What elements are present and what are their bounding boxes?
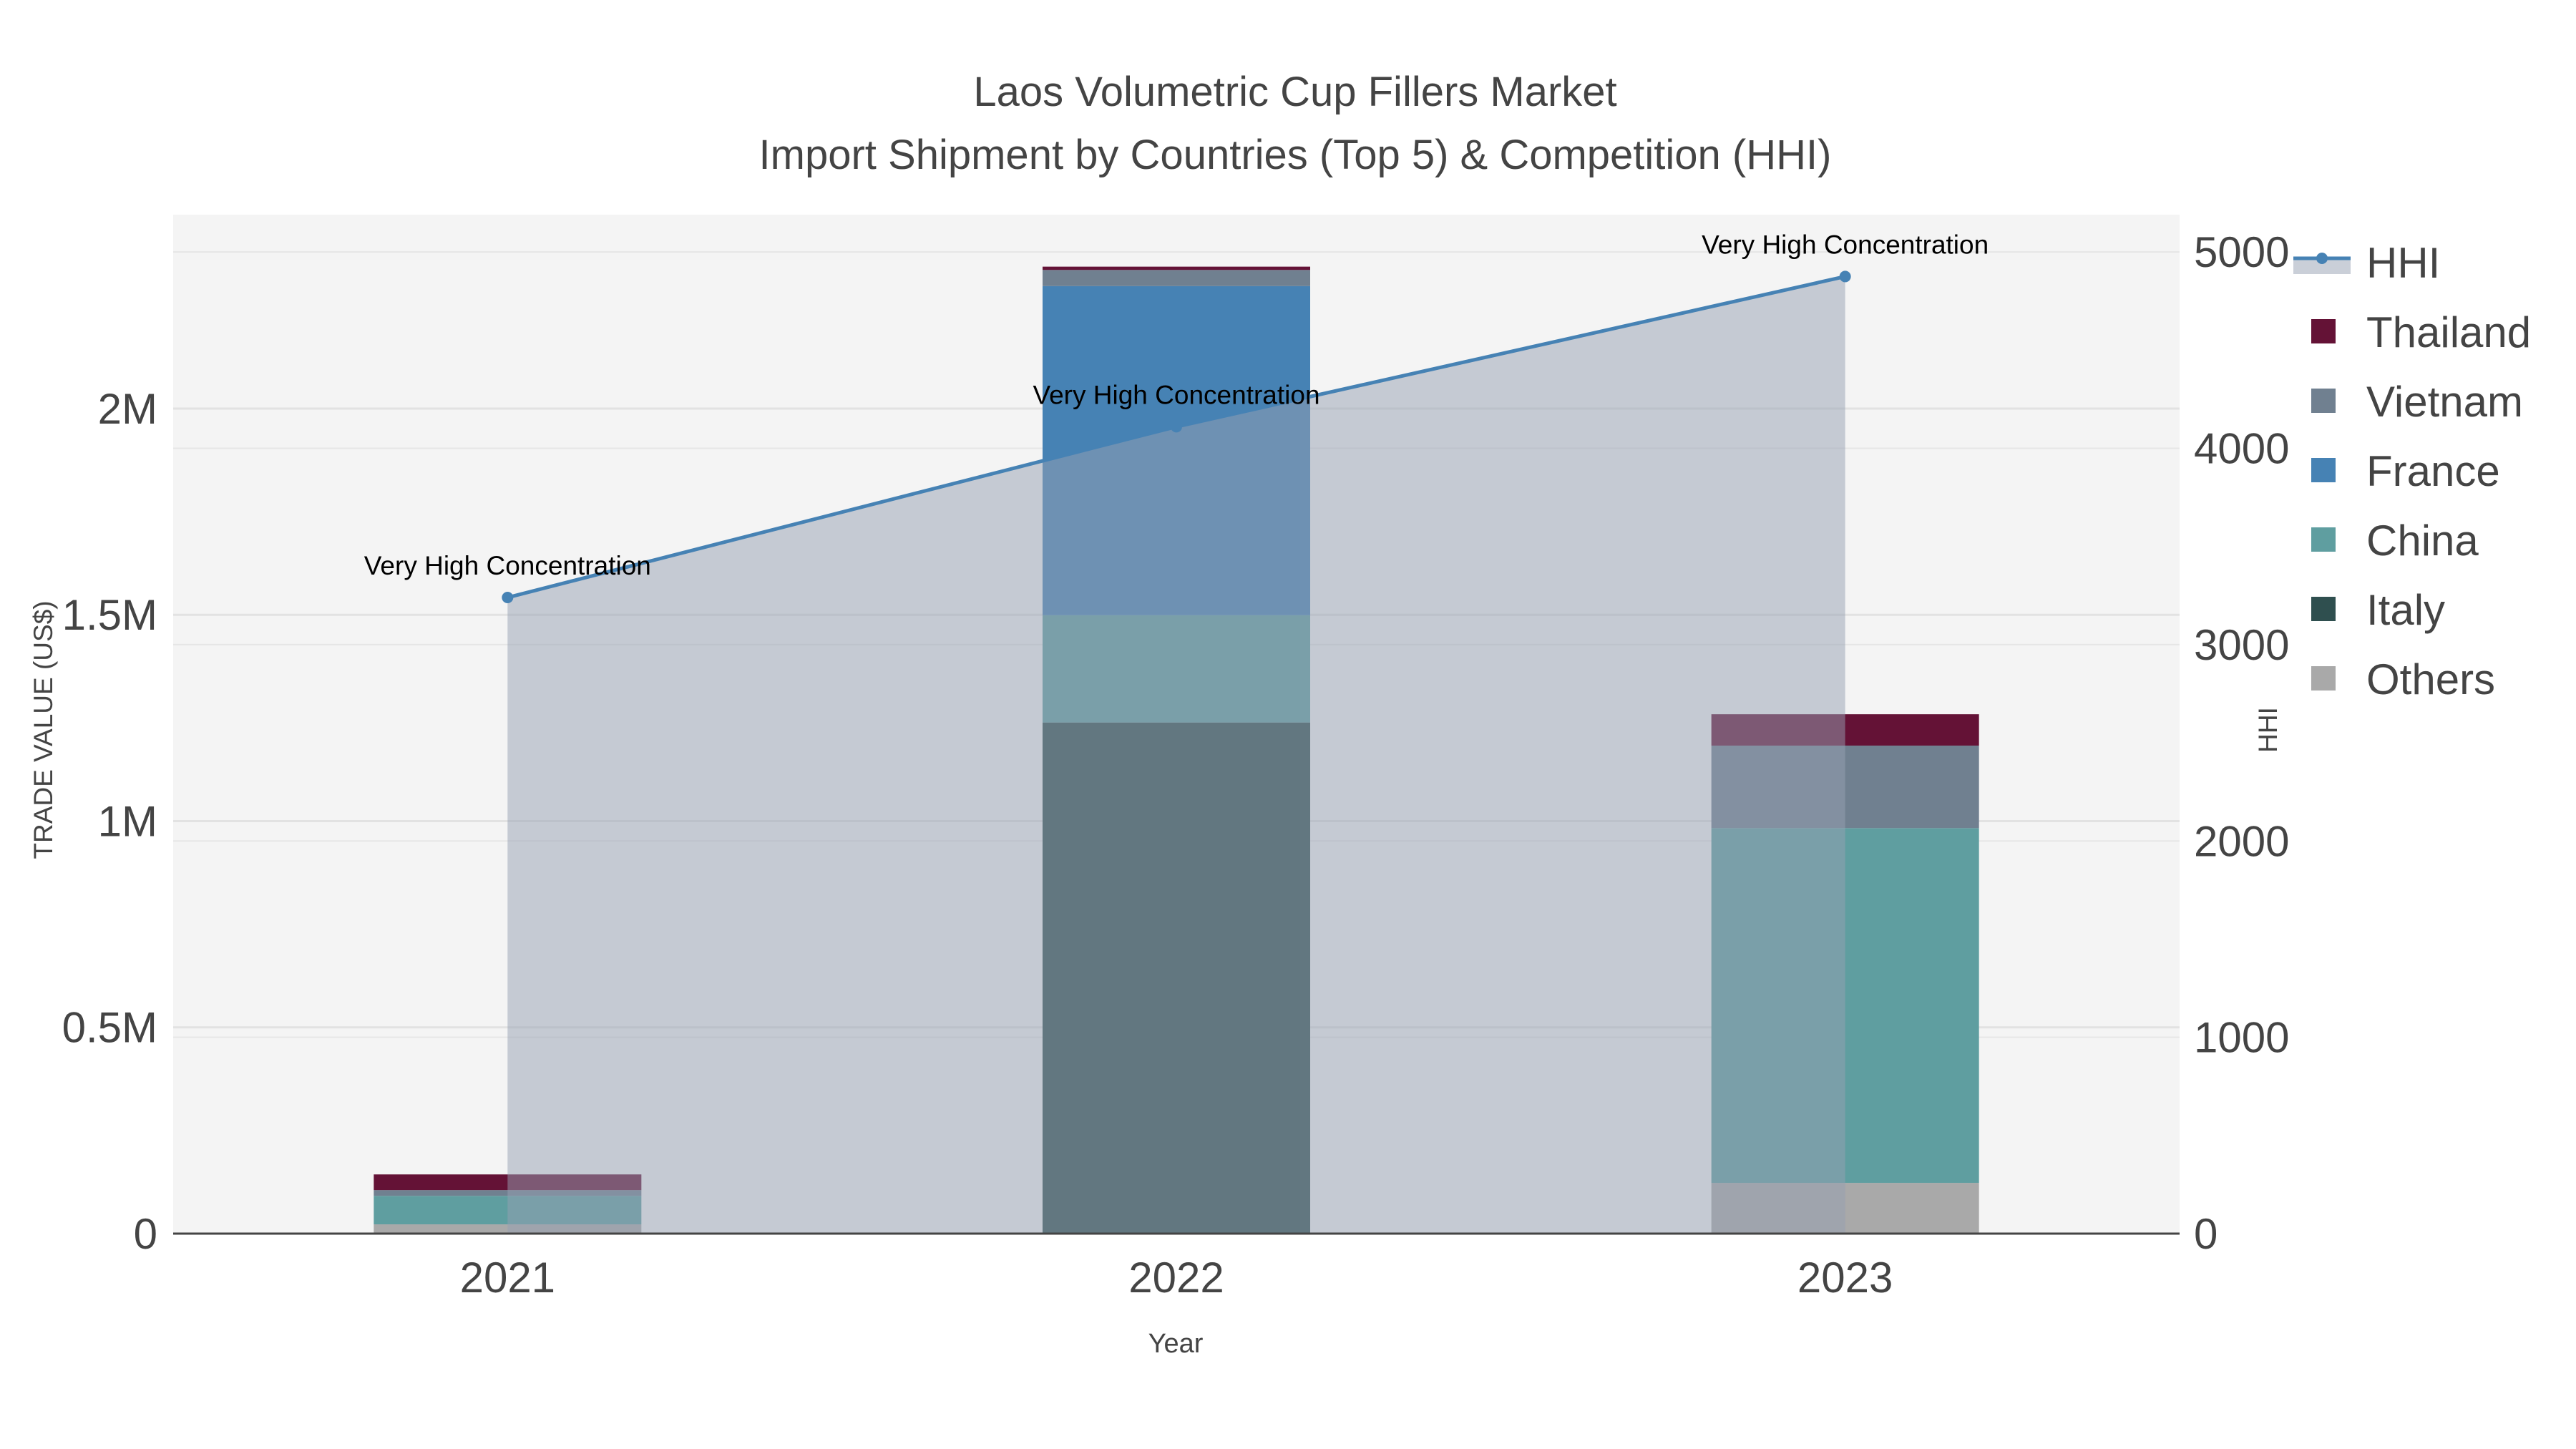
legend-label: Thailand	[2366, 308, 2531, 356]
y2-tick-label: 5000	[2194, 228, 2289, 276]
hhi-annotation: Very High Concentration	[364, 551, 651, 580]
legend-swatch	[2311, 389, 2336, 413]
x-tick-label: 2021	[460, 1254, 555, 1302]
y-axis-title: TRADE VALUE (US$)	[29, 600, 58, 859]
legend: HHI Thailand Vietnam France China Italy Others	[2293, 239, 2531, 703]
legend-swatch	[2311, 458, 2336, 482]
hhi-annotation: Very High Concentration	[1033, 380, 1319, 409]
legend-item-thailand[interactable]: Thailand	[2311, 308, 2531, 356]
y-tick-label: 0.5M	[62, 1004, 157, 1052]
legend-label: Italy	[2366, 586, 2445, 634]
y2-tick-label: 1000	[2194, 1014, 2289, 1062]
legend-swatch	[2311, 597, 2336, 621]
x-axis-ticks: 2021 2022 2023	[460, 1254, 1893, 1302]
y2-tick-label: 4000	[2194, 425, 2289, 473]
legend-swatch	[2311, 666, 2336, 691]
y2-tick-label: 3000	[2194, 621, 2289, 669]
chart-subtitle: Import Shipment by Countries (Top 5) & C…	[759, 132, 1832, 178]
y-tick-label: 1.5M	[62, 591, 157, 639]
hhi-annotation: Very High Concentration	[1702, 230, 1989, 259]
legend-item-others[interactable]: Others	[2311, 655, 2495, 703]
legend-item-china[interactable]: China	[2311, 517, 2479, 565]
legend-label: Vietnam	[2366, 378, 2523, 426]
x-axis-title: Year	[1148, 1329, 1204, 1359]
y-axis-ticks: 0 0.5M 1M 1.5M 2M	[62, 385, 157, 1258]
legend-label: HHI	[2366, 239, 2440, 287]
x-tick-label: 2022	[1128, 1254, 1224, 1302]
y-tick-label: 2M	[98, 385, 157, 433]
legend-item-italy[interactable]: Italy	[2311, 586, 2445, 634]
y2-tick-label: 0	[2194, 1210, 2218, 1258]
hhi-point[interactable]	[1839, 270, 1851, 283]
hhi-point[interactable]	[1171, 421, 1182, 433]
bar-vietnam-2022[interactable]	[1043, 270, 1310, 286]
legend-label: Others	[2366, 655, 2495, 703]
legend-hhi-marker	[2316, 253, 2328, 264]
chart-title: Laos Volumetric Cup Fillers Market	[973, 69, 1616, 115]
chart: Very High Concentration Very High Concent…	[29, 69, 2531, 1359]
y-tick-label: 0	[134, 1210, 157, 1258]
legend-item-vietnam[interactable]: Vietnam	[2311, 378, 2523, 426]
x-tick-label: 2023	[1797, 1254, 1893, 1302]
legend-label: China	[2366, 517, 2479, 565]
legend-swatch	[2311, 527, 2336, 552]
y-tick-label: 1M	[98, 797, 157, 845]
y2-axis-title: HHI	[2253, 707, 2283, 753]
legend-item-france[interactable]: France	[2311, 447, 2500, 495]
legend-item-hhi[interactable]: HHI	[2293, 239, 2440, 287]
legend-label: France	[2366, 447, 2500, 495]
legend-swatch	[2311, 319, 2336, 343]
bar-thailand-2022[interactable]	[1043, 266, 1310, 270]
hhi-point[interactable]	[502, 592, 514, 604]
y2-tick-label: 2000	[2194, 817, 2289, 865]
